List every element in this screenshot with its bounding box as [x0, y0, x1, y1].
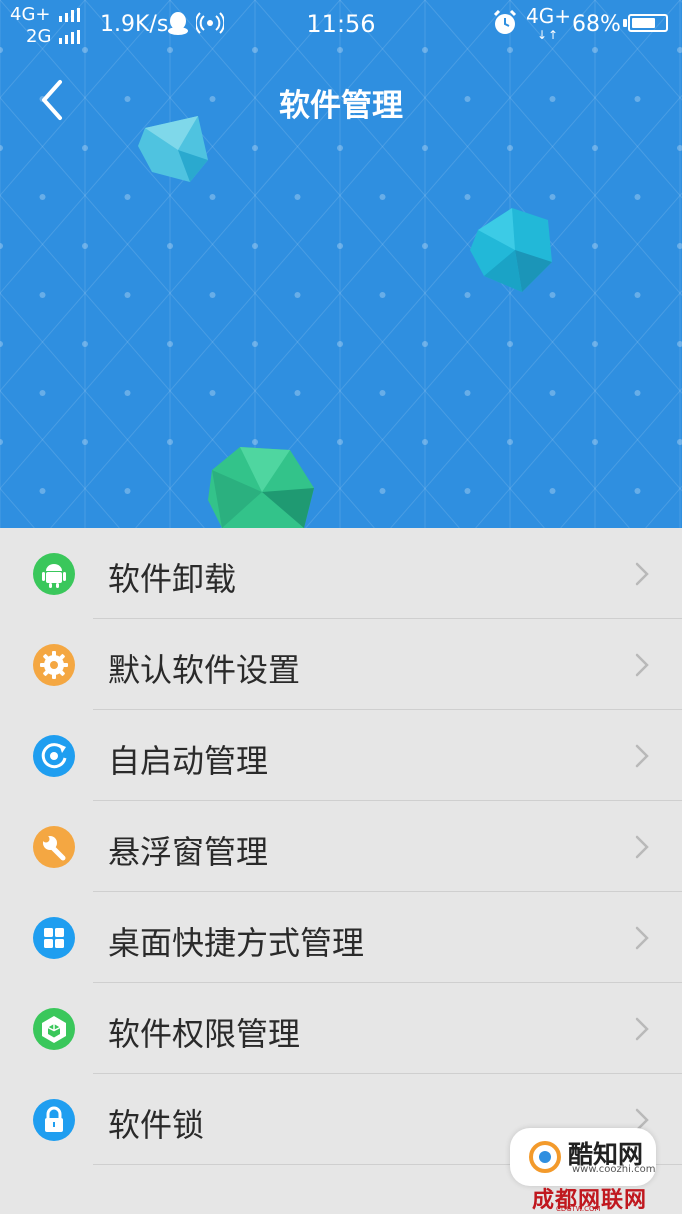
- android-icon: [33, 553, 75, 595]
- settings-menu: 软件卸载 默认软件设置 自启动管理 悬浮窗管理 桌面快捷方式管理 软件权限管理 …: [0, 528, 682, 1165]
- power-cycle-icon: [33, 735, 75, 777]
- watermark-url: www.coozhi.com: [572, 1164, 656, 1175]
- menu-item-autostart[interactable]: 自启动管理: [0, 710, 682, 801]
- menu-item-label: 软件卸载: [108, 560, 237, 598]
- menu-item-label: 软件锁: [108, 1106, 205, 1144]
- menu-item-uninstall[interactable]: 软件卸载: [0, 528, 682, 619]
- lock-icon: [33, 1099, 75, 1141]
- grid-icon: [33, 917, 75, 959]
- data-arrows-icon: ↓↑: [537, 28, 560, 42]
- chevron-right-icon: [635, 926, 649, 950]
- wrench-icon: [33, 826, 75, 868]
- battery-tip: [623, 19, 627, 27]
- battery-level: [632, 18, 656, 28]
- chevron-right-icon: [635, 562, 649, 586]
- battery-icon: [628, 14, 668, 32]
- chevron-right-icon: [635, 744, 649, 768]
- menu-item-default-apps[interactable]: 默认软件设置: [0, 619, 682, 710]
- page-title: 软件管理: [279, 88, 403, 124]
- chevron-right-icon: [635, 835, 649, 859]
- network-type-right: 4G+: [526, 4, 571, 28]
- watermark-badge: 酷知网 www.coozhi.com: [510, 1128, 656, 1186]
- menu-item-permissions[interactable]: 软件权限管理: [0, 983, 682, 1074]
- watermark: 酷知网 www.coozhi.com 成都网联网 CDGTW.COM: [500, 1128, 662, 1213]
- cube-icon: [33, 1008, 75, 1050]
- coozhi-logo-icon: [529, 1141, 561, 1173]
- menu-item-label: 软件权限管理: [108, 1015, 301, 1053]
- chevron-right-icon: [635, 653, 649, 677]
- status-bar: 4G+ 2G 1.9K/s 11:56 4G+ ↓↑ 68%: [0, 0, 682, 50]
- battery-percent: 68%: [572, 12, 621, 37]
- menu-item-label: 桌面快捷方式管理: [108, 924, 365, 962]
- menu-item-label: 自启动管理: [108, 742, 269, 780]
- gear-icon: [33, 644, 75, 686]
- menu-item-floating-window[interactable]: 悬浮窗管理: [0, 801, 682, 892]
- chevron-right-icon: [635, 1017, 649, 1041]
- menu-item-label: 悬浮窗管理: [108, 833, 269, 871]
- menu-item-label: 默认软件设置: [108, 651, 301, 689]
- alarm-icon: [493, 10, 517, 34]
- menu-item-shortcuts[interactable]: 桌面快捷方式管理: [0, 892, 682, 983]
